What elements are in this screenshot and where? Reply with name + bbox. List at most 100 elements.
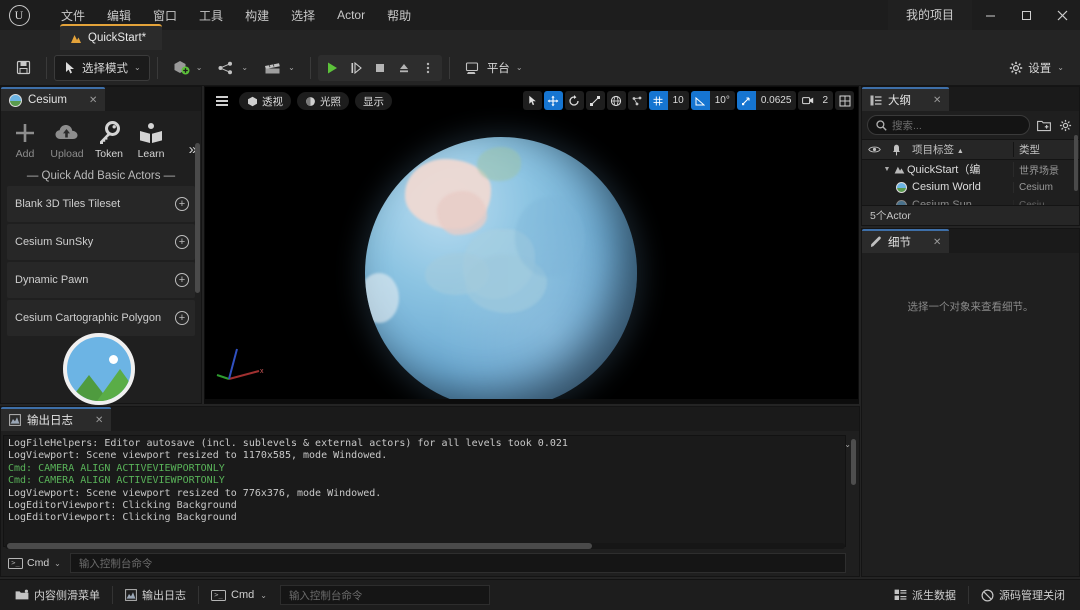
- log-cmd-dropdown[interactable]: >_ Cmd ⌄: [3, 553, 66, 573]
- add-actor-button[interactable]: ⌄: [165, 55, 211, 81]
- blueprint-icon: [218, 61, 235, 75]
- outliner-footer: 5个Actor: [862, 205, 1079, 225]
- outliner-search-row: 搜索...: [862, 111, 1079, 139]
- status-cmd-dropdown[interactable]: >_ Cmd ⌄: [202, 584, 276, 607]
- landmass-northeast: [477, 147, 521, 181]
- close-icon[interactable]: ✕: [95, 415, 103, 426]
- table-row[interactable]: Cesium World Cesium: [862, 178, 1079, 196]
- quick-add-item-cartographic-polygon[interactable]: Cesium Cartographic Polygon +: [7, 300, 195, 336]
- outliner-add-folder-button[interactable]: [1035, 117, 1052, 134]
- pin-icon[interactable]: [886, 144, 906, 156]
- viewport-lighting-button[interactable]: 光照: [297, 92, 349, 110]
- quick-add-item-sunsky[interactable]: Cesium SunSky +: [7, 224, 195, 260]
- move-tool-button[interactable]: [543, 91, 563, 110]
- platform-button[interactable]: 平台 ⌄: [457, 55, 531, 81]
- outliner-column-label-text: 项目标签: [912, 144, 954, 156]
- table-row[interactable]: ▼ QuickStart（编 世界场景: [862, 160, 1079, 178]
- plus-circle-icon[interactable]: +: [175, 311, 189, 325]
- maximize-viewport-button[interactable]: [835, 91, 854, 110]
- outliner-column-label[interactable]: 项目标签 ▲: [906, 142, 1013, 157]
- outliner-settings-button[interactable]: [1057, 117, 1074, 134]
- close-icon[interactable]: ✕: [933, 95, 941, 106]
- scale-tool-button[interactable]: [585, 91, 605, 110]
- output-log-body[interactable]: LogFileHelpers: Editor autosave (incl. s…: [3, 435, 846, 547]
- level-viewport[interactable]: x 透视 光照 显示 10 10° 0.0625 2: [204, 86, 859, 404]
- tab-outliner[interactable]: 大纲 ✕: [862, 87, 950, 111]
- derived-data-button[interactable]: 派生数据: [885, 584, 965, 607]
- close-icon[interactable]: ✕: [89, 95, 97, 106]
- output-log-command-row: >_ Cmd ⌄ 输入控制台命令: [3, 552, 846, 574]
- cesium-panel-scrollbar[interactable]: [195, 143, 200, 293]
- rotate-tool-button[interactable]: [564, 91, 584, 110]
- quick-add-label: Cesium SunSky: [15, 236, 94, 248]
- expand-arrow-icon[interactable]: ▼: [880, 166, 894, 173]
- viewport-show-label: 显示: [363, 95, 384, 108]
- select-tool-button[interactable]: [522, 91, 542, 110]
- log-cmd-label: Cmd: [27, 557, 50, 569]
- angle-snap-control[interactable]: 10°: [690, 91, 735, 110]
- skip-frame-button[interactable]: [344, 56, 368, 80]
- toolbar-separator-1: [46, 56, 47, 79]
- details-empty-message: 选择一个对象来查看细节。: [907, 301, 1034, 313]
- chevron-down-icon: ⌄: [54, 558, 61, 568]
- status-output-log-button[interactable]: 输出日志: [116, 584, 195, 607]
- output-log-tab-label: 输出日志: [27, 415, 73, 427]
- settings-button[interactable]: 设置 ⌄: [1001, 55, 1072, 81]
- source-control-button[interactable]: 源码管理关闭: [972, 584, 1074, 607]
- tab-cesium[interactable]: Cesium ✕: [1, 87, 106, 111]
- plus-circle-icon[interactable]: +: [175, 235, 189, 249]
- tab-details[interactable]: 细节 ✕: [862, 229, 950, 253]
- outliner-scrollbar[interactable]: [1074, 135, 1078, 191]
- outliner-search-placeholder: 搜索...: [892, 119, 922, 132]
- scale-snap-control[interactable]: 0.0625: [736, 91, 797, 110]
- cinematics-button[interactable]: ⌄: [256, 55, 303, 81]
- book-icon: [138, 121, 164, 145]
- cesium-add-button[interactable]: Add: [5, 121, 45, 160]
- plus-circle-icon[interactable]: +: [175, 197, 189, 211]
- eye-icon[interactable]: [862, 145, 886, 154]
- close-icon[interactable]: ✕: [933, 237, 941, 248]
- blueprints-button[interactable]: ⌄: [210, 55, 256, 81]
- status-output-log-label: 输出日志: [142, 590, 186, 602]
- content-drawer-button[interactable]: 内容侧滑菜单: [6, 584, 109, 607]
- log-console-input[interactable]: 输入控制台命令: [69, 553, 846, 573]
- play-button[interactable]: [320, 56, 344, 80]
- world-coords-button[interactable]: [606, 91, 626, 110]
- hamburger-icon[interactable]: [211, 92, 233, 110]
- level-icon: [70, 33, 82, 44]
- viewport-show-button[interactable]: 显示: [355, 92, 392, 110]
- cesium-token-button[interactable]: Token: [89, 121, 129, 160]
- output-log-horizontal-scrollbar[interactable]: [7, 543, 592, 549]
- outliner-column-type[interactable]: 类型: [1013, 142, 1079, 157]
- outliner-tab-label: 大纲: [888, 95, 911, 107]
- surface-snap-button[interactable]: [627, 91, 647, 110]
- menu-item-actor[interactable]: Actor: [326, 4, 376, 26]
- quick-add-item-blank-tileset[interactable]: Blank 3D Tiles Tileset +: [7, 186, 195, 222]
- cube-icon: [247, 96, 258, 107]
- viewport-lighting-label: 光照: [320, 95, 341, 108]
- chevron-down-icon: ⌄: [515, 63, 523, 72]
- status-console-input[interactable]: 输入控制台命令: [279, 585, 490, 605]
- quick-add-item-dynamic-pawn[interactable]: Dynamic Pawn +: [7, 262, 195, 298]
- quick-add-label: Dynamic Pawn: [15, 274, 89, 286]
- output-log-vertical-scrollbar[interactable]: [851, 439, 856, 485]
- eject-button[interactable]: [392, 56, 416, 80]
- play-options-button[interactable]: [416, 56, 440, 80]
- viewport-perspective-button[interactable]: 透视: [239, 92, 291, 110]
- grid-snap-control[interactable]: 10: [648, 91, 689, 110]
- level-tab-quickstart[interactable]: QuickStart*: [60, 24, 163, 50]
- console-icon: >_: [211, 589, 226, 601]
- select-mode-button[interactable]: 选择模式 ⌄: [54, 54, 150, 81]
- source-control-off-icon: [981, 588, 994, 602]
- stop-button[interactable]: [368, 56, 392, 80]
- plus-circle-icon[interactable]: +: [175, 273, 189, 287]
- unreal-logo-icon[interactable]: U: [4, 0, 34, 30]
- tab-output-log[interactable]: 输出日志 ✕: [1, 407, 112, 431]
- camera-speed-control[interactable]: 2: [798, 91, 833, 110]
- cesium-upload-button[interactable]: Upload: [47, 121, 87, 160]
- angle-snap-value: 10°: [709, 91, 735, 110]
- outliner-search-input[interactable]: 搜索...: [867, 115, 1030, 135]
- cloud-upload-icon: [54, 121, 80, 145]
- cesium-learn-button[interactable]: Learn: [131, 121, 171, 160]
- save-button[interactable]: [8, 55, 39, 81]
